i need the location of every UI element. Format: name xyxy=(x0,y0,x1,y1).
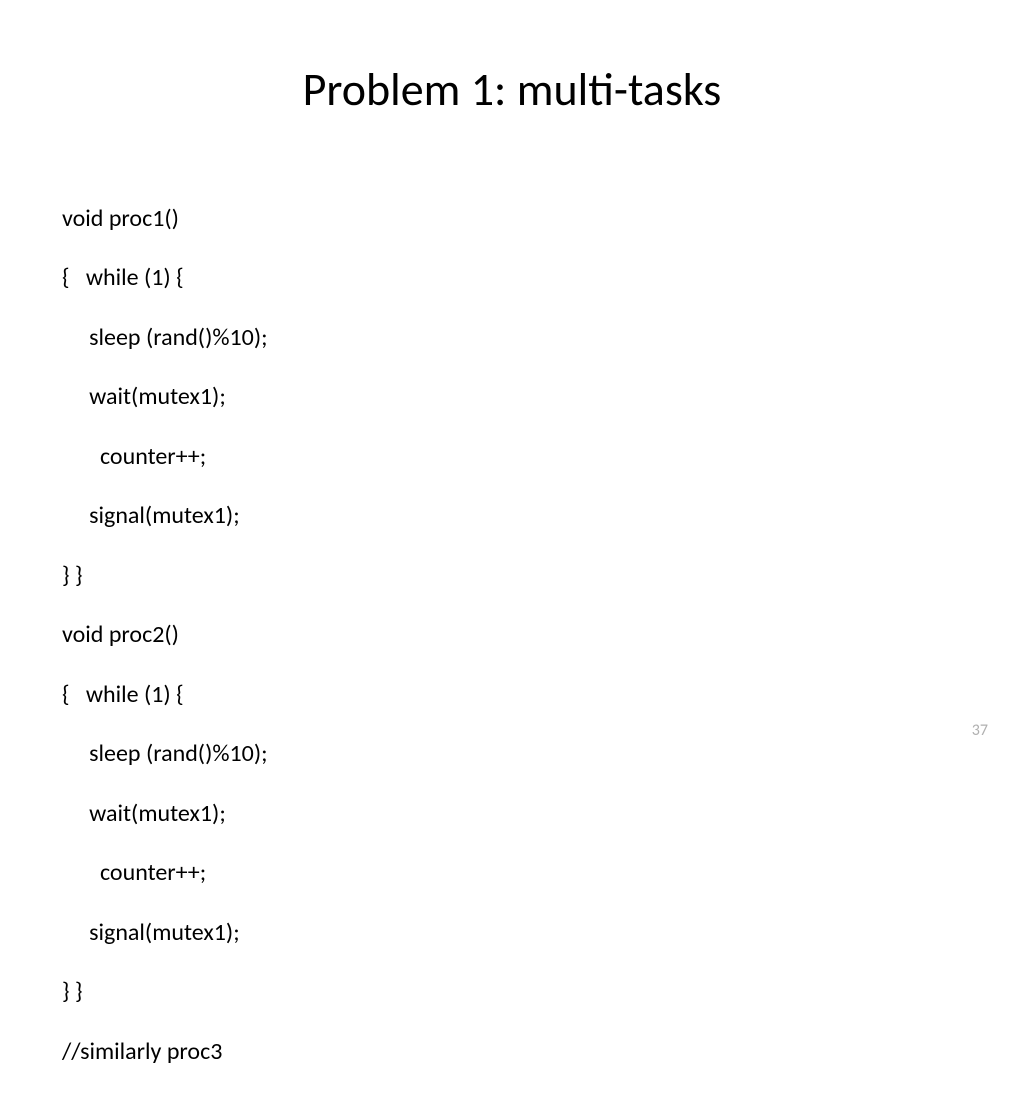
code-line: wait(mutex1); xyxy=(62,799,1024,829)
code-line: signal(mutex1); xyxy=(62,918,1024,948)
code-line: sleep (rand()%10); xyxy=(62,739,1024,769)
code-line: { while (1) { xyxy=(62,263,1024,293)
code-line: //similarly proc3 xyxy=(62,1037,1024,1067)
code-line: signal(mutex1); xyxy=(62,501,1024,531)
code-line: } } xyxy=(62,561,1024,591)
page-number: 37 xyxy=(972,721,988,740)
code-line: counter++; xyxy=(62,442,1024,472)
code-line: void proc2() xyxy=(62,620,1024,650)
code-block: void proc1() { while (1) { sleep (rand()… xyxy=(0,126,1024,1096)
code-line: void proc1() xyxy=(62,204,1024,234)
code-line: counter++; xyxy=(62,858,1024,888)
code-line: wait(mutex1); xyxy=(62,382,1024,412)
code-line: { while (1) { xyxy=(62,680,1024,710)
code-line: } } xyxy=(62,977,1024,1007)
code-line: sleep (rand()%10); xyxy=(62,323,1024,353)
slide-title: Problem 1: multi-tasks xyxy=(0,0,1024,126)
